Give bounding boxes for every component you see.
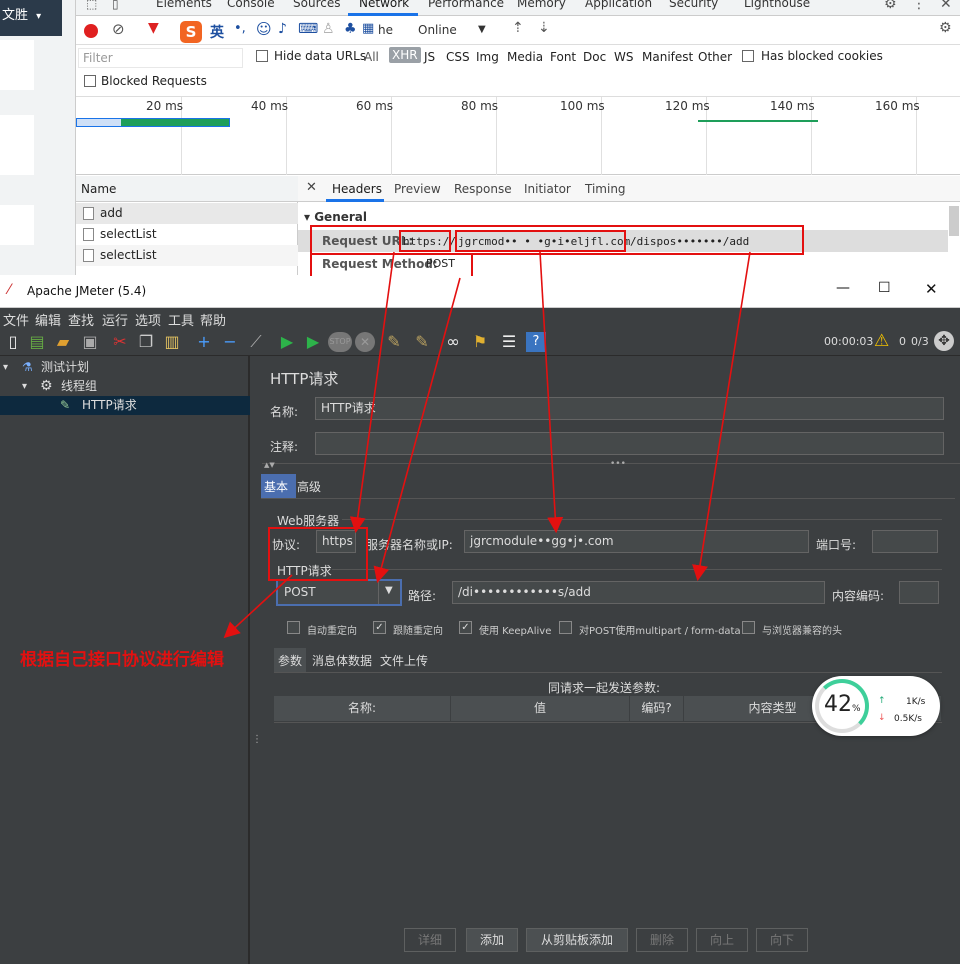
annotation-arrows [223, 251, 751, 639]
memory-percent: 42 [824, 692, 852, 717]
annotation-note: 根据自己接口协议进行编辑 [20, 650, 224, 670]
arrow-method-to-method [373, 277, 461, 584]
download-speed: 0.5K/s [894, 714, 922, 724]
arrow-scheme-to-protocol [349, 251, 395, 534]
percent-unit: % [852, 704, 861, 714]
arrow-path-to-path [692, 251, 751, 582]
arrow-note-to-protocol [223, 574, 293, 639]
network-speed-widget[interactable]: 42 % ↑ 1K/s ↓ 0.5K/s [812, 676, 940, 736]
download-arrow-icon: ↓ [878, 713, 886, 723]
upload-arrow-icon: ↑ [878, 696, 886, 706]
upload-speed: 1K/s [906, 697, 926, 707]
arrow-host-to-server [539, 251, 564, 534]
